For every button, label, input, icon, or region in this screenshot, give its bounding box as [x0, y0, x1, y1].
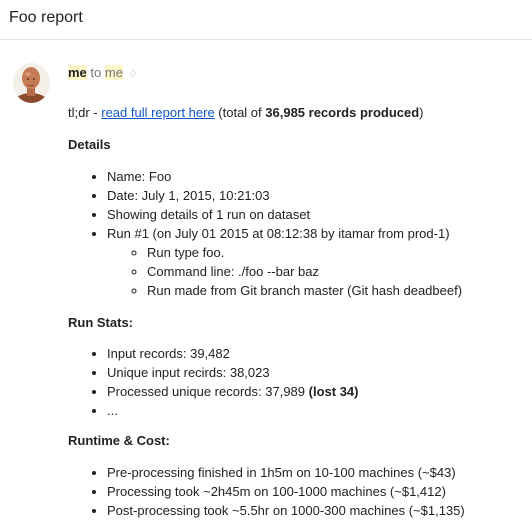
email-body: tl;dr - read full report here (total of …	[68, 103, 528, 520]
tldr-suffix: )	[419, 105, 424, 120]
runtime-item-preprocessing: Pre-processing finished in 1h5m on 10-10…	[107, 463, 528, 482]
full-report-link[interactable]: read full report here	[101, 105, 214, 120]
sender-line: me to me ♢	[68, 65, 138, 80]
show-details-icon[interactable]: ♢	[129, 69, 138, 80]
stats-item-input: Input records: 39,482	[107, 344, 528, 363]
run-stats-heading: Run Stats:	[68, 315, 133, 330]
stats-item-unique: Unique input recirds: 38,023	[107, 363, 528, 382]
sender-name[interactable]: me	[68, 65, 87, 80]
run-item-git: Run made from Git branch master (Git has…	[147, 281, 528, 300]
tldr-line: tl;dr - read full report here (total of …	[68, 103, 528, 122]
tldr-middle: (total of	[214, 105, 266, 120]
runtime-item-postprocessing: Post-processing took ~5.5hr on 1000-300 …	[107, 501, 528, 520]
runtime-item-processing: Processing took ~2h45m on 100-1000 machi…	[107, 482, 528, 501]
details-heading: Details	[68, 137, 111, 152]
subject-bar: Foo report	[0, 0, 532, 40]
stats-item-processed: Processed unique records: 37,989 (lost 3…	[107, 382, 528, 401]
to-label: to	[90, 65, 102, 80]
details-item-run: Run #1 (on July 01 2015 at 08:12:38 by i…	[107, 224, 528, 300]
stats-item-ellipsis: ...	[107, 401, 528, 420]
run-details-list: Run type foo. Command line: ./foo --bar …	[107, 243, 528, 300]
runtime-heading: Runtime & Cost:	[68, 433, 170, 448]
run-item-command: Command line: ./foo --bar baz	[147, 262, 528, 281]
run-label: Run #1 (on July 01 2015 at 08:12:38 by i…	[107, 226, 450, 241]
details-list: Name: Foo Date: July 1, 2015, 10:21:03 S…	[68, 167, 528, 300]
sender-avatar[interactable]	[13, 63, 50, 103]
details-item-showing: Showing details of 1 run on dataset	[107, 205, 528, 224]
run-stats-list: Input records: 39,482 Unique input recir…	[68, 344, 528, 420]
records-produced: 36,985 records produced	[265, 105, 420, 120]
details-item-date: Date: July 1, 2015, 10:21:03	[107, 186, 528, 205]
tldr-prefix: tl;dr -	[68, 105, 102, 120]
avatar-photo	[13, 63, 50, 103]
lost-count: (lost 34)	[308, 384, 359, 399]
run-item-type: Run type foo.	[147, 243, 528, 262]
details-item-name: Name: Foo	[107, 167, 528, 186]
runtime-list: Pre-processing finished in 1h5m on 10-10…	[68, 463, 528, 520]
processed-text: Processed unique records: 37,989	[107, 384, 309, 399]
email-subject: Foo report	[9, 9, 83, 26]
recipient-name[interactable]: me	[104, 65, 123, 80]
